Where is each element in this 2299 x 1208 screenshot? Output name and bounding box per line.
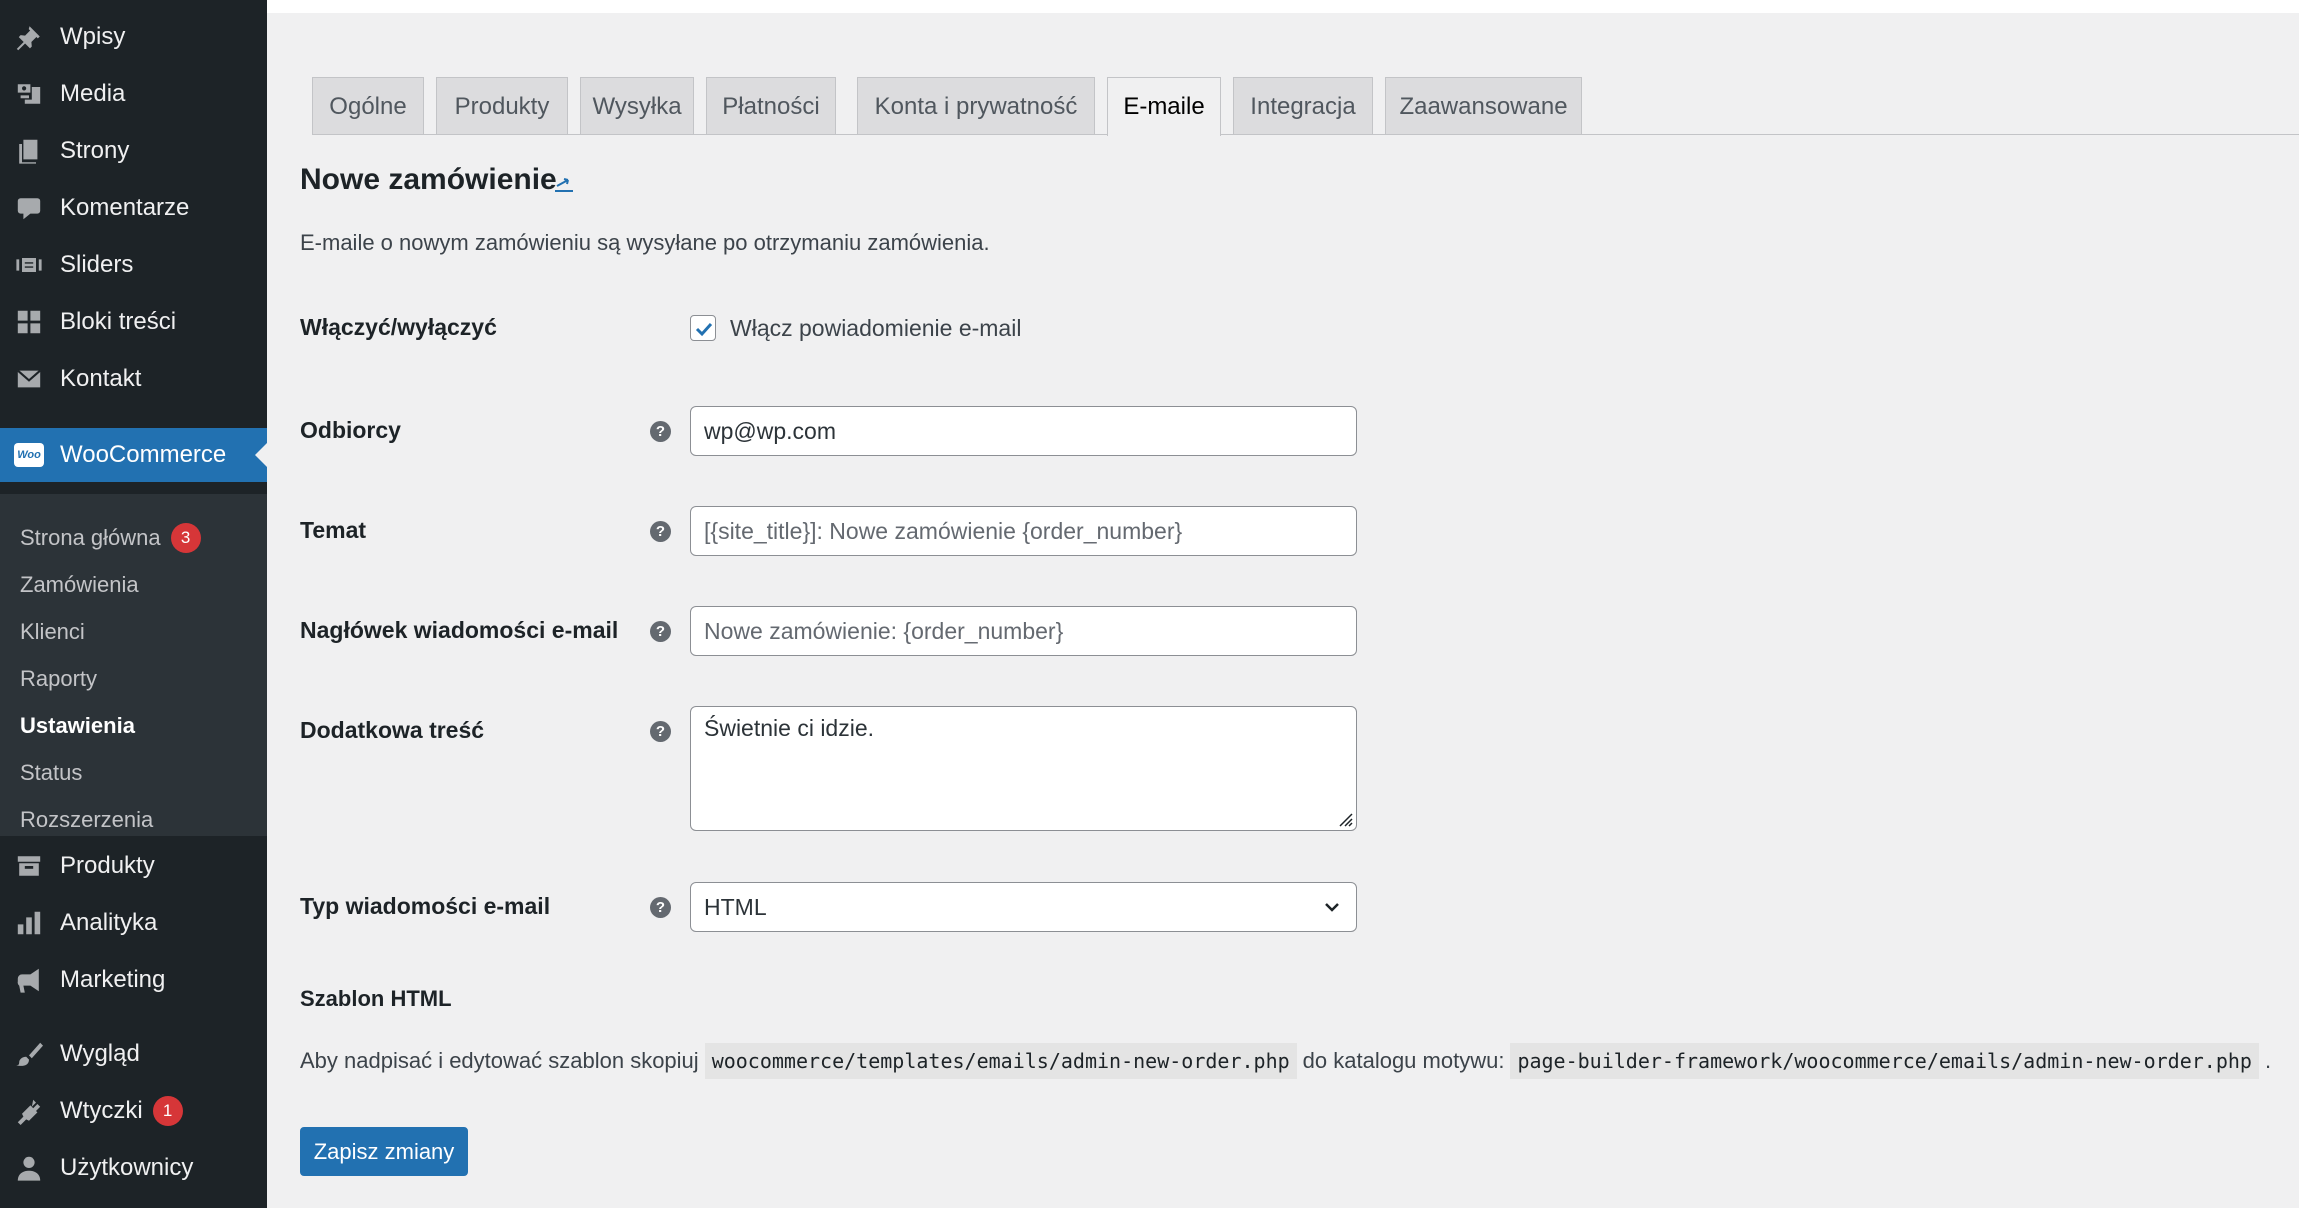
woocommerce-submenu: Strona główna 3 Zamówienia Klienci Rapor…: [0, 494, 267, 836]
help-icon[interactable]: ?: [650, 897, 671, 918]
admin-sidebar: Wpisy Media Strony Komentarze Sliders Bl…: [0, 0, 267, 1208]
menu-item-analytics[interactable]: Analityka: [0, 899, 267, 947]
active-menu-arrow: [255, 443, 267, 467]
additional-content-label: Dodatkowa treść: [300, 717, 485, 743]
subject-input[interactable]: [{site_title}]: Nowe zamówienie {order_n…: [690, 506, 1357, 556]
target-template-path: page-builder-framework/woocommerce/email…: [1510, 1043, 2259, 1079]
tab-general[interactable]: Ogólne: [312, 77, 424, 135]
top-strip: [267, 0, 2299, 13]
mail-icon: [14, 364, 44, 394]
help-icon[interactable]: ?: [650, 421, 671, 442]
tab-emails[interactable]: E-maile: [1107, 77, 1221, 136]
enable-checkbox[interactable]: [690, 315, 716, 341]
resize-handle-icon[interactable]: [1334, 808, 1354, 828]
menu-item-sliders[interactable]: Sliders: [0, 241, 267, 289]
html-template-heading: Szablon HTML: [300, 986, 452, 1011]
tab-divider: [312, 134, 2299, 135]
subject-label: Temat: [300, 517, 367, 543]
email-type-label: Typ wiadomości e-mail: [300, 893, 551, 919]
recipient-label: Odbiorcy: [300, 417, 401, 443]
megaphone-icon: [14, 965, 44, 995]
menu-item-marketing[interactable]: Marketing: [0, 956, 267, 1004]
brush-icon: [14, 1039, 44, 1069]
bar-chart-icon: [14, 908, 44, 938]
notification-badge: 1: [152, 1096, 183, 1126]
menu-item-contact[interactable]: Kontakt: [0, 355, 267, 403]
help-icon[interactable]: ?: [650, 621, 671, 642]
additional-content-textarea[interactable]: Świetnie ci idzie.: [690, 706, 1357, 831]
recipient-input[interactable]: wp@wp.com: [690, 406, 1357, 456]
submenu-item-status[interactable]: Status: [20, 753, 82, 793]
email-heading-label: Nagłówek wiadomości e-mail: [300, 617, 619, 643]
menu-item-products[interactable]: Produkty: [0, 842, 267, 890]
tab-payments[interactable]: Płatności: [706, 77, 836, 135]
menu-item-comments[interactable]: Komentarze: [0, 184, 267, 232]
intro-text: E-maile o nowym zamówieniu są wysyłane p…: [300, 230, 990, 255]
menu-item-woocommerce[interactable]: Woo WooCommerce: [0, 428, 267, 482]
slider-icon: [14, 250, 44, 280]
back-arrow-icon[interactable]: [552, 170, 576, 194]
save-changes-button[interactable]: Zapisz zmiany: [300, 1127, 468, 1176]
media-icon: [14, 79, 44, 109]
submenu-item-orders[interactable]: Zamówienia: [20, 565, 139, 605]
pin-icon: [14, 22, 44, 52]
menu-item-pages[interactable]: Strony: [0, 127, 267, 175]
tab-products[interactable]: Produkty: [436, 77, 568, 135]
tab-shipping[interactable]: Wysyłka: [580, 77, 694, 135]
plugin-icon: [14, 1096, 44, 1126]
user-icon: [14, 1153, 44, 1183]
enable-label: Włączyć/wyłączyć: [300, 314, 497, 340]
chevron-down-icon: [1325, 903, 1339, 912]
help-icon[interactable]: ?: [650, 721, 671, 742]
submenu-item-home[interactable]: Strona główna 3: [20, 518, 201, 558]
source-template-path: woocommerce/templates/emails/admin-new-o…: [704, 1043, 1297, 1079]
submenu-item-customers[interactable]: Klienci: [20, 612, 85, 652]
blocks-icon: [14, 307, 44, 337]
template-instructions: Aby nadpisać i edytować szablon skopiuj …: [300, 1043, 2271, 1079]
help-icon[interactable]: ?: [650, 521, 671, 542]
menu-item-users[interactable]: Użytkownicy: [0, 1144, 267, 1192]
submenu-item-settings[interactable]: Ustawienia: [20, 706, 135, 746]
page-title: Nowe zamówienie: [300, 163, 557, 196]
enable-checkbox-label[interactable]: Włącz powiadomienie e-mail: [730, 315, 1021, 342]
archive-icon: [14, 851, 44, 881]
woocommerce-icon: Woo: [14, 440, 44, 470]
notification-badge: 3: [170, 523, 201, 553]
submenu-item-reports[interactable]: Raporty: [20, 659, 97, 699]
comment-icon: [14, 193, 44, 223]
menu-item-blocks[interactable]: Bloki treści: [0, 298, 267, 346]
email-type-select[interactable]: HTML: [690, 882, 1357, 932]
menu-item-appearance[interactable]: Wygląd: [0, 1030, 267, 1078]
tab-accounts[interactable]: Konta i prywatność: [857, 77, 1095, 135]
menu-item-media[interactable]: Media: [0, 70, 267, 118]
tab-integration[interactable]: Integracja: [1233, 77, 1373, 135]
checkmark-icon: [695, 322, 713, 337]
email-heading-input[interactable]: Nowe zamówienie: {order_number}: [690, 606, 1357, 656]
menu-item-posts[interactable]: Wpisy: [0, 13, 267, 61]
pages-icon: [14, 136, 44, 166]
menu-item-plugins[interactable]: Wtyczki 1: [0, 1087, 267, 1135]
submenu-item-extensions[interactable]: Rozszerzenia: [20, 800, 153, 840]
tab-advanced[interactable]: Zaawansowane: [1385, 77, 1582, 135]
